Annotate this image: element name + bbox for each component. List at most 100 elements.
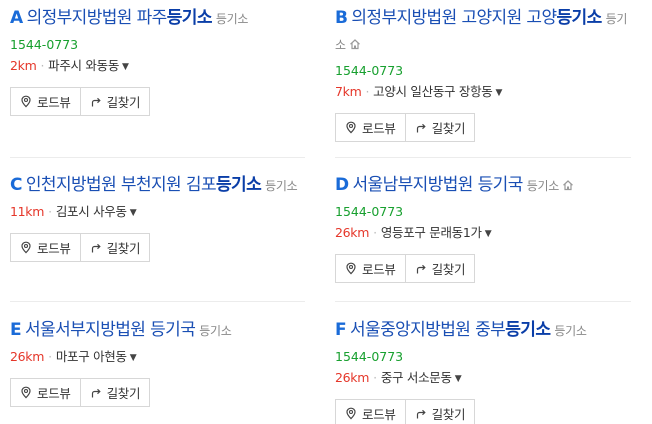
caret-down-icon[interactable]: ▼	[130, 353, 137, 363]
home-icon[interactable]	[562, 179, 574, 191]
result-marker[interactable]: A	[10, 6, 23, 31]
route-button[interactable]: 길찾기	[405, 113, 476, 142]
route-button[interactable]: 길찾기	[405, 254, 476, 283]
roadview-label: 로드뷰	[37, 95, 71, 110]
route-button[interactable]: 길찾기	[80, 87, 151, 116]
address-dropdown[interactable]: 영등포구 문래동1가 ▼	[381, 225, 492, 240]
route-label: 길찾기	[431, 407, 466, 422]
result-marker[interactable]: F	[335, 318, 347, 343]
result-title: E 서울서부지방법원 등기국 등기소	[10, 318, 310, 344]
caret-down-icon[interactable]: ▼	[130, 208, 137, 218]
place-name-highlight[interactable]: 등기소	[216, 175, 262, 195]
category-label: 등기소	[199, 324, 232, 338]
route-arrow-icon	[91, 97, 101, 106]
place-name[interactable]: 인천지방법원 부천지원 김포	[26, 175, 217, 195]
pin-icon	[21, 386, 31, 399]
caret-down-icon[interactable]: ▼	[122, 62, 129, 72]
row-divider	[335, 157, 631, 158]
place-name-link[interactable]: 서울남부지방법원 등기국	[353, 175, 524, 195]
result-card: F 서울중앙지방법원 중부등기소 등기소 1544-0773 26km · 중구 서소문동 ▼…	[335, 318, 635, 424]
address-line: 2km · 파주시 와동동 ▼	[10, 58, 310, 75]
result-marker[interactable]: D	[335, 173, 349, 198]
category-label: 등기소	[265, 179, 298, 193]
route-arrow-icon	[416, 123, 426, 132]
pin-icon	[346, 407, 356, 420]
route-label: 길찾기	[106, 95, 141, 110]
place-name[interactable]: 의정부지방법원 고양지원 고양	[351, 8, 557, 28]
route-arrow-icon	[416, 409, 426, 418]
address-text[interactable]: 고양시 일산동구 장항동	[373, 84, 493, 99]
roadview-button[interactable]: 로드뷰	[10, 87, 81, 116]
phone-number[interactable]: 1544-0773	[335, 349, 635, 365]
address-dropdown[interactable]: 마포구 아현동 ▼	[56, 349, 137, 364]
place-name-link[interactable]: 의정부지방법원 파주등기소	[27, 8, 213, 28]
place-name[interactable]: 의정부지방법원 파주	[27, 8, 168, 28]
address-text[interactable]: 마포구 아현동	[56, 349, 127, 364]
result-marker[interactable]: C	[10, 173, 22, 198]
route-button[interactable]: 길찾기	[405, 399, 476, 424]
result-card: E 서울서부지방법원 등기국 등기소 26km · 마포구 아현동 ▼ 로드뷰 길찾기	[10, 318, 310, 407]
phone-number[interactable]: 1544-0773	[10, 37, 310, 53]
result-marker[interactable]: B	[335, 6, 348, 31]
address-dropdown[interactable]: 파주시 와동동 ▼	[48, 58, 129, 73]
roadview-button[interactable]: 로드뷰	[10, 233, 81, 262]
action-buttons: 로드뷰 길찾기	[335, 399, 635, 424]
action-buttons: 로드뷰 길찾기	[335, 254, 635, 283]
result-title: F 서울중앙지방법원 중부등기소 등기소	[335, 318, 635, 344]
category-label: 등기소	[554, 324, 587, 338]
address-text[interactable]: 중구 서소문동	[381, 370, 452, 385]
place-name-link[interactable]: 서울서부지방법원 등기국	[25, 320, 196, 340]
route-arrow-icon	[91, 243, 101, 252]
route-button[interactable]: 길찾기	[80, 378, 151, 407]
distance: 26km	[10, 349, 45, 364]
place-name[interactable]: 서울중앙지방법원 중부	[350, 320, 506, 340]
caret-down-icon[interactable]: ▼	[485, 229, 492, 239]
home-icon[interactable]	[349, 38, 361, 50]
pin-icon	[346, 262, 356, 275]
separator-dot: ·	[40, 58, 45, 73]
address-text[interactable]: 김포시 사우동	[56, 204, 127, 219]
roadview-button[interactable]: 로드뷰	[335, 113, 406, 142]
address-line: 7km · 고양시 일산동구 장항동 ▼	[335, 84, 635, 101]
address-line: 26km · 중구 서소문동 ▼	[335, 370, 635, 387]
address-text[interactable]: 파주시 와동동	[48, 58, 119, 73]
place-name-link[interactable]: 서울중앙지방법원 중부등기소	[350, 320, 551, 340]
distance: 11km	[10, 204, 45, 219]
roadview-button[interactable]: 로드뷰	[335, 399, 406, 424]
route-label: 길찾기	[106, 241, 141, 256]
caret-down-icon[interactable]: ▼	[496, 88, 503, 98]
place-name[interactable]: 서울남부지방법원 등기국	[353, 175, 524, 195]
address-text[interactable]: 영등포구 문래동1가	[381, 225, 482, 240]
caret-down-icon[interactable]: ▼	[455, 374, 462, 384]
pin-icon	[21, 95, 31, 108]
category-label: 등기소	[526, 179, 560, 193]
row-divider	[335, 301, 631, 302]
place-name-link[interactable]: 인천지방법원 부천지원 김포등기소	[26, 175, 262, 195]
separator-dot: ·	[373, 370, 377, 385]
action-buttons: 로드뷰 길찾기	[335, 113, 635, 142]
separator-dot: ·	[365, 84, 370, 99]
address-dropdown[interactable]: 중구 서소문동 ▼	[381, 370, 462, 385]
result-card: B 의정부지방법원 고양지원 고양등기소 등기소 1544-0773 7km · 고양시 일…	[335, 6, 635, 142]
address-dropdown[interactable]: 김포시 사우동 ▼	[56, 204, 137, 219]
phone-number[interactable]: 1544-0773	[335, 63, 635, 79]
roadview-button[interactable]: 로드뷰	[335, 254, 406, 283]
place-name-highlight[interactable]: 등기소	[557, 8, 603, 28]
distance: 26km	[335, 225, 370, 240]
result-marker[interactable]: E	[10, 318, 22, 343]
row-divider	[10, 301, 305, 302]
place-name-link[interactable]: 의정부지방법원 고양지원 고양등기소	[351, 8, 603, 28]
route-arrow-icon	[416, 264, 426, 273]
separator-dot: ·	[373, 225, 377, 240]
route-button[interactable]: 길찾기	[80, 233, 151, 262]
place-name-highlight[interactable]: 등기소	[505, 320, 551, 340]
address-line: 26km · 마포구 아현동 ▼	[10, 349, 310, 366]
phone-number[interactable]: 1544-0773	[335, 204, 635, 220]
separator-dot: ·	[48, 204, 52, 219]
route-label: 길찾기	[106, 386, 141, 401]
place-name[interactable]: 서울서부지방법원 등기국	[25, 320, 196, 340]
result-card: A 의정부지방법원 파주등기소 등기소 1544-0773 2km · 파주시 와동동 ▼ 로드…	[10, 6, 310, 116]
roadview-button[interactable]: 로드뷰	[10, 378, 81, 407]
address-dropdown[interactable]: 고양시 일산동구 장항동 ▼	[373, 84, 502, 99]
place-name-highlight[interactable]: 등기소	[167, 8, 213, 28]
